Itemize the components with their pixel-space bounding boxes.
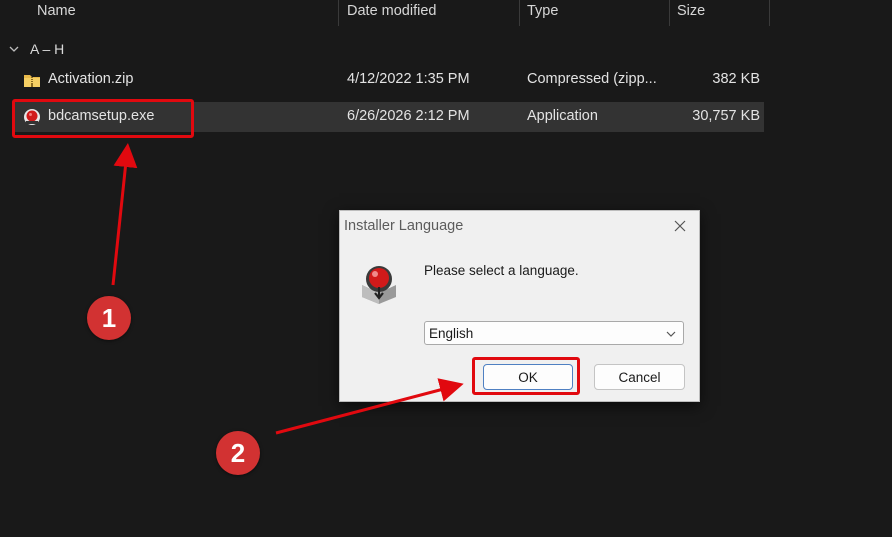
annotation-arrows [111, 143, 464, 435]
arrow-to-file [111, 143, 138, 286]
step-badge-1: 1 [87, 296, 131, 340]
step-badge-2: 2 [216, 431, 260, 475]
arrow-to-ok [275, 378, 464, 435]
